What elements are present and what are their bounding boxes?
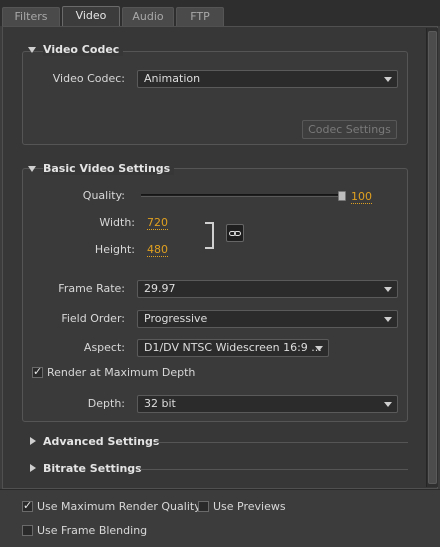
frame-blending-label: Use Frame Blending [37, 524, 148, 537]
scrollbar-thumb[interactable] [428, 31, 437, 484]
quality-slider-thumb[interactable] [338, 191, 346, 201]
collapse-triangle-icon[interactable] [28, 47, 36, 53]
vertical-scrollbar[interactable] [426, 28, 438, 487]
chain-link-icon [234, 231, 241, 236]
tab-bar: Filters Video Audio FTP [0, 0, 440, 26]
field-order-label: Field Order: [61, 312, 125, 325]
width-label: Width: [99, 216, 135, 229]
chevron-down-icon [384, 402, 392, 407]
chevron-down-icon [384, 77, 392, 82]
render-max-depth-label: Render at Maximum Depth [47, 366, 196, 379]
chevron-down-icon [315, 346, 323, 351]
codec-settings-button[interactable]: Codec Settings [302, 120, 397, 139]
quality-label: Quality: [82, 189, 125, 202]
depth-label: Depth: [87, 397, 125, 410]
video-codec-dropdown[interactable]: Animation [137, 70, 398, 88]
height-label: Height: [94, 243, 135, 256]
expand-triangle-icon[interactable] [30, 437, 36, 445]
basic-video-settings-title[interactable]: Basic Video Settings [43, 162, 175, 175]
field-order-value: Progressive [144, 312, 208, 325]
chevron-down-icon [384, 287, 392, 292]
height-value[interactable]: 480 [147, 243, 168, 257]
max-render-quality-label: Use Maximum Render Quality [37, 500, 201, 513]
aspect-dropdown[interactable]: D1/DV NTSC Widescreen 16:9 ... [137, 339, 329, 357]
tab-video[interactable]: Video [62, 6, 120, 26]
video-codec-section-title[interactable]: Video Codec [43, 43, 124, 56]
constrain-proportions-button[interactable] [226, 224, 244, 242]
aspect-label: Aspect: [83, 341, 125, 354]
advanced-settings-title[interactable]: Advanced Settings [43, 435, 159, 448]
use-previews-checkbox[interactable] [198, 501, 209, 512]
frame-rate-value: 29.97 [144, 282, 176, 295]
video-codec-label: Video Codec: [52, 72, 125, 85]
section-divider [140, 469, 408, 470]
field-order-dropdown[interactable]: Progressive [137, 310, 398, 328]
expand-triangle-icon[interactable] [30, 464, 36, 472]
tab-filters[interactable]: Filters [2, 7, 60, 26]
bitrate-settings-title[interactable]: Bitrate Settings [43, 462, 142, 475]
video-codec-value: Animation [144, 72, 201, 85]
chevron-down-icon [384, 317, 392, 322]
use-previews-label: Use Previews [213, 500, 286, 513]
frame-rate-label: Frame Rate: [58, 282, 125, 295]
quality-value[interactable]: 100 [351, 190, 372, 204]
max-render-quality-checkbox[interactable] [22, 499, 33, 512]
tab-ftp[interactable]: FTP [176, 7, 224, 26]
aspect-value: D1/DV NTSC Widescreen 16:9 ... [144, 341, 322, 354]
depth-dropdown[interactable]: 32 bit [137, 395, 398, 413]
render-max-depth-checkbox[interactable] [32, 365, 43, 378]
quality-slider-track[interactable] [141, 194, 345, 197]
frame-rate-dropdown[interactable]: 29.97 [137, 280, 398, 298]
dimension-link-bracket [205, 222, 214, 249]
depth-value: 32 bit [144, 397, 176, 410]
collapse-triangle-icon[interactable] [28, 166, 36, 172]
width-value[interactable]: 720 [147, 216, 168, 230]
bottom-options-area [0, 489, 440, 547]
section-divider [154, 442, 408, 443]
tab-audio[interactable]: Audio [122, 7, 174, 26]
frame-blending-checkbox[interactable] [22, 525, 33, 536]
